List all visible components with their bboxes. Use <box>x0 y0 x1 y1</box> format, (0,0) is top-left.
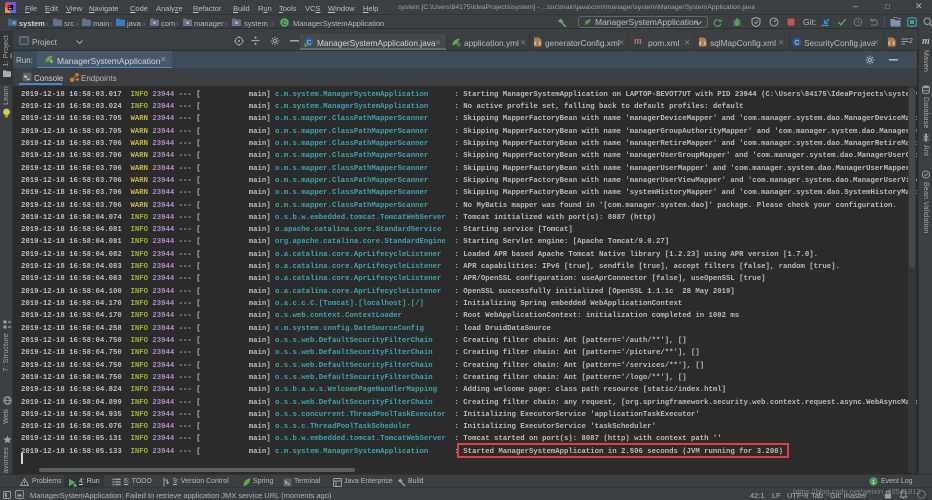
svg-text:C: C <box>307 39 312 46</box>
svg-text:1: 1 <box>872 479 876 486</box>
svg-text:C: C <box>795 39 800 46</box>
svg-text:C: C <box>282 20 287 27</box>
